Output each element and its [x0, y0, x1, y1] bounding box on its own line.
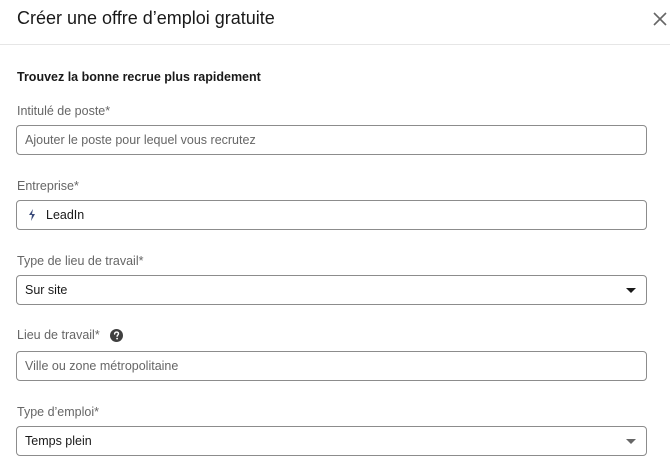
workplace-type-select[interactable]: Sur site [16, 275, 647, 305]
job-title-input[interactable] [25, 126, 625, 154]
question-circle-icon[interactable] [110, 329, 123, 342]
location-input[interactable] [25, 352, 625, 380]
employment-type-select[interactable]: Temps plein [16, 426, 647, 456]
job-title-field[interactable] [16, 125, 647, 155]
employment-type-selected: Temps plein [25, 434, 92, 448]
employment-type-label: Type d’emploi* [17, 405, 99, 419]
workplace-type-selected: Sur site [25, 283, 68, 297]
chevron-down-icon [626, 439, 636, 444]
modal-title: Créer une offre d’emploi gratuite [17, 8, 275, 28]
chevron-down-icon [626, 288, 636, 293]
location-label: Lieu de travail* [17, 328, 100, 342]
close-icon[interactable] [651, 10, 669, 28]
workplace-type-label: Type de lieu de travail* [17, 254, 144, 268]
create-job-modal: Créer une offre d’emploi gratuite Trouve… [0, 0, 670, 473]
form-subtitle: Trouvez la bonne recrue plus rapidement [17, 70, 261, 84]
location-field[interactable] [16, 351, 647, 381]
job-title-label: Intitulé de poste* [17, 104, 111, 118]
company-value: LeadIn [46, 208, 85, 222]
company-label: Entreprise* [17, 179, 79, 193]
company-field[interactable]: LeadIn [16, 200, 647, 230]
company-logo-icon [26, 208, 38, 222]
modal-header: Créer une offre d’emploi gratuite [0, 0, 670, 45]
